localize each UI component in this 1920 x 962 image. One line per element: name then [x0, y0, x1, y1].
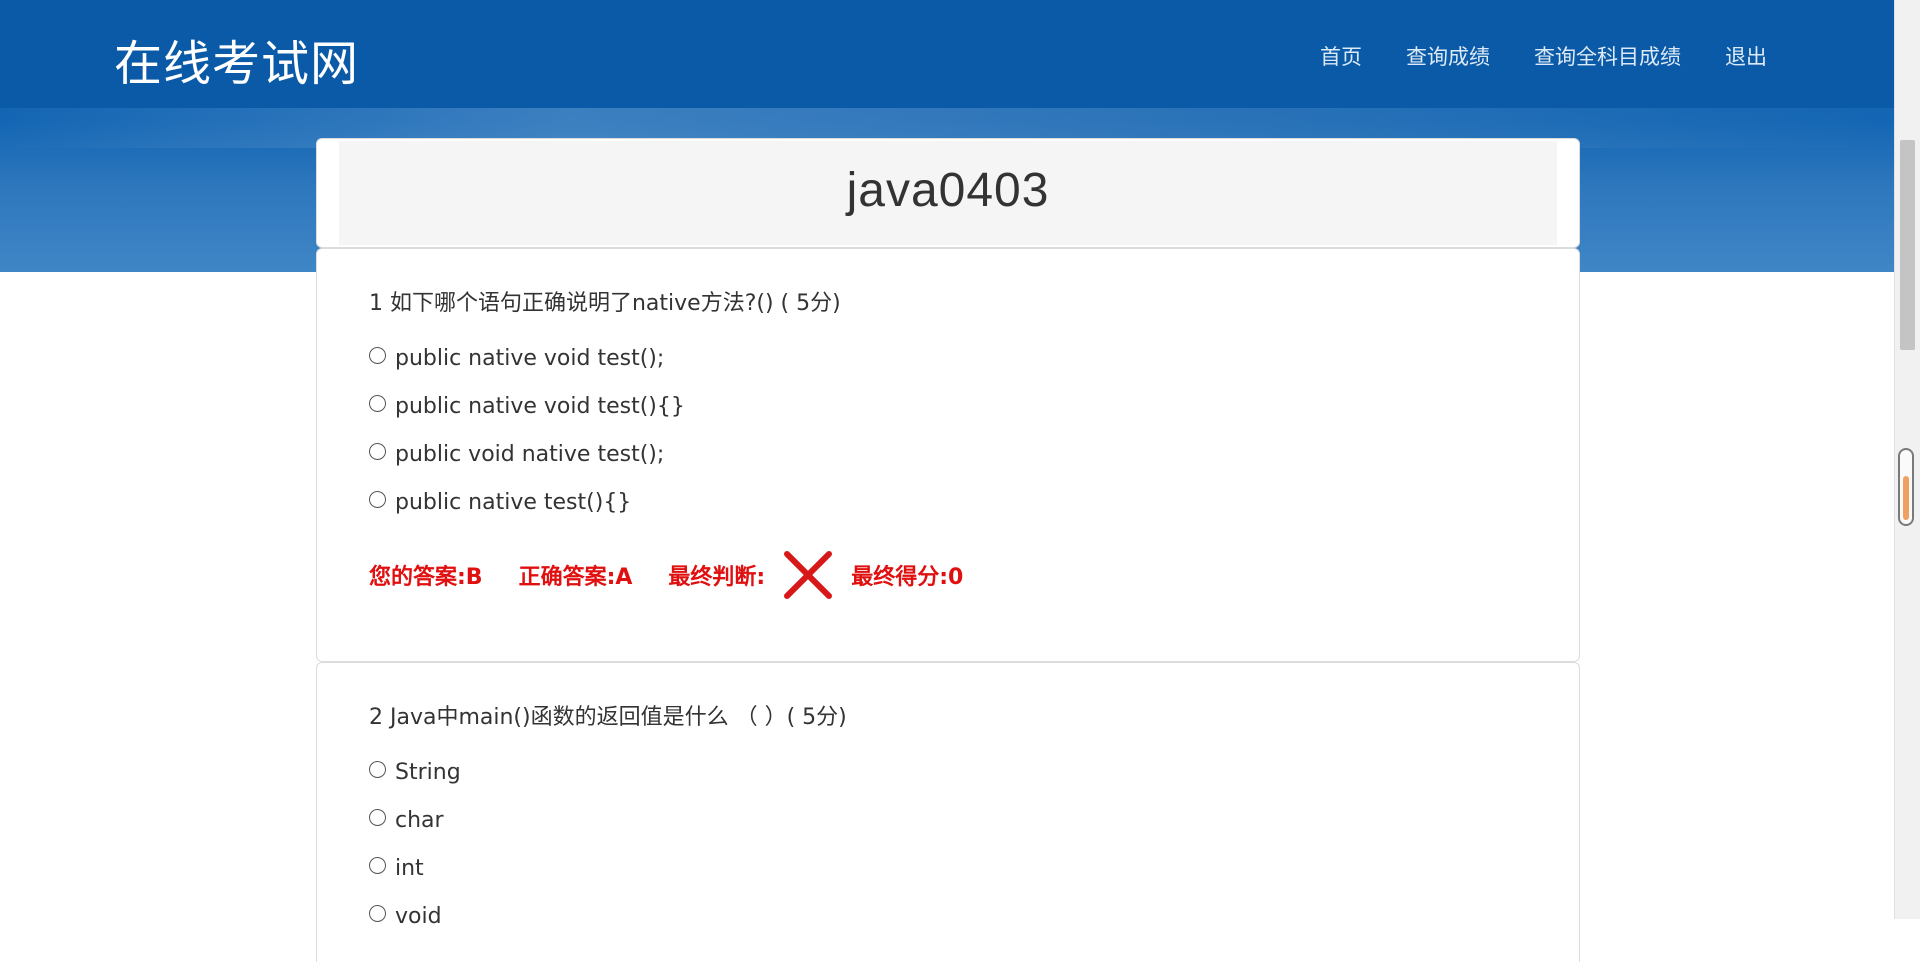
- nav-query-score[interactable]: 查询成绩: [1406, 41, 1490, 71]
- nav-home[interactable]: 首页: [1320, 41, 1362, 71]
- exam-title: java0403: [846, 163, 1050, 217]
- top-navbar: 在线考试网 首页 查询成绩 查询全科目成绩 退出: [0, 0, 1895, 108]
- option-label: int: [395, 855, 424, 881]
- brand-logo-text[interactable]: 在线考试网: [114, 24, 359, 94]
- radio-button[interactable]: [369, 760, 386, 778]
- option-row[interactable]: void: [369, 892, 1527, 940]
- correct-answer: 正确答案:A: [518, 565, 633, 590]
- option-label: public native void test(){}: [395, 393, 685, 419]
- question-text: 1 如下哪个语句正确说明了native方法?() ( 5分): [369, 291, 841, 316]
- radio-button[interactable]: [369, 856, 386, 874]
- exam-title-panel: java0403: [339, 141, 1557, 245]
- option-label: public native void test();: [395, 345, 665, 371]
- exam-container: java0403 1 如下哪个语句正确说明了native方法?() ( 5分) …: [316, 138, 1580, 962]
- scrollbar-thumb[interactable]: [1900, 140, 1915, 350]
- option-row[interactable]: int: [369, 844, 1527, 892]
- nav-logout[interactable]: 退出: [1725, 41, 1767, 71]
- radio-button[interactable]: [369, 346, 386, 364]
- option-row[interactable]: public native test(){}: [369, 478, 1527, 526]
- exam-title-card: java0403: [316, 138, 1580, 248]
- radio-button[interactable]: [369, 490, 386, 508]
- question-card-2: 2 Java中main()函数的返回值是什么 （ ）( 5分) String c…: [316, 662, 1580, 962]
- final-judgement-label: 最终判断:: [668, 565, 766, 590]
- radio-button[interactable]: [369, 442, 386, 460]
- question-card-1: 1 如下哪个语句正确说明了native方法?() ( 5分) public na…: [316, 248, 1580, 662]
- option-label: public void native test();: [395, 441, 665, 467]
- nav-query-all-scores[interactable]: 查询全科目成绩: [1534, 41, 1681, 71]
- red-x-icon: [784, 551, 833, 599]
- question-text: 2 Java中main()函数的返回值是什么 （ ）( 5分): [369, 705, 847, 730]
- scroll-indicator-icon[interactable]: [1898, 448, 1914, 526]
- main-nav: 首页 查询成绩 查询全科目成绩 退出: [1320, 41, 1767, 71]
- option-label: String: [395, 759, 461, 785]
- option-label: public native test(){}: [395, 489, 632, 515]
- option-row[interactable]: public void native test();: [369, 430, 1527, 478]
- option-row[interactable]: char: [369, 796, 1527, 844]
- option-row[interactable]: public native void test(){}: [369, 382, 1527, 430]
- option-row[interactable]: public native void test();: [369, 334, 1527, 382]
- your-answer: 您的答案:B: [369, 565, 483, 590]
- radio-button[interactable]: [369, 808, 386, 826]
- final-score: 最终得分:0: [851, 565, 964, 590]
- radio-button[interactable]: [369, 394, 386, 412]
- option-row[interactable]: String: [369, 748, 1527, 796]
- option-label: char: [395, 807, 444, 833]
- option-label: void: [395, 903, 442, 929]
- answer-result: 您的答案:B 正确答案:A 最终判断: 最终得分:0: [369, 548, 1527, 602]
- vertical-scrollbar[interactable]: [1894, 0, 1920, 919]
